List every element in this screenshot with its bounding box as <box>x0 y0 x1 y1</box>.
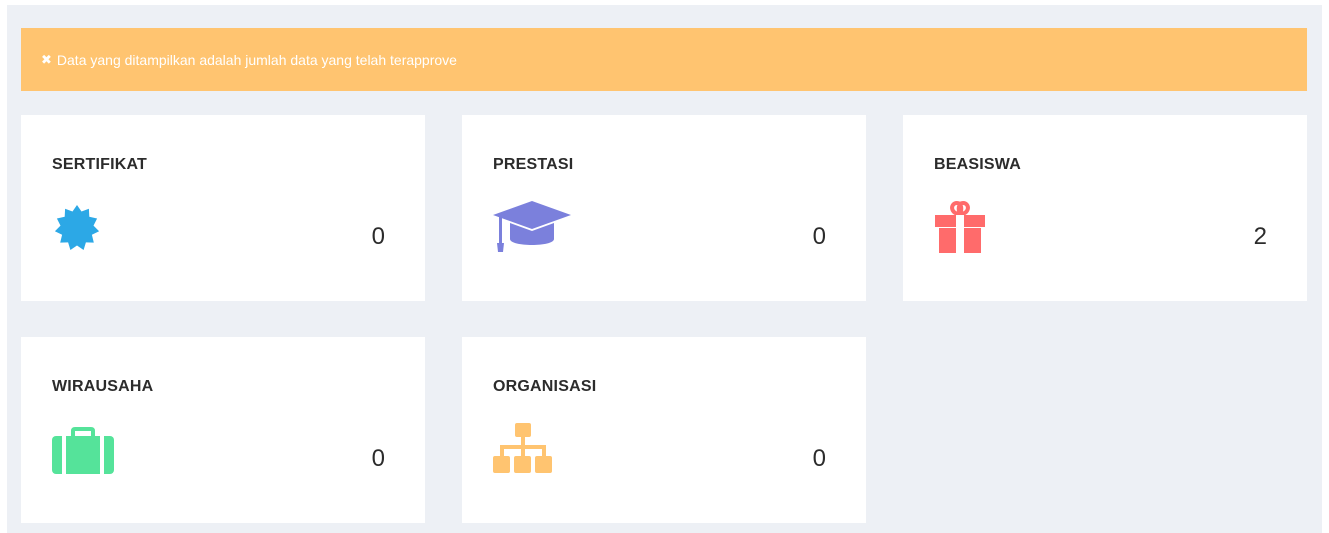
card-sertifikat: SERTIFIKAT 0 <box>21 115 425 301</box>
card-wirausaha: WIRAUSAHA 0 <box>21 337 425 523</box>
card-title: BEASISWA <box>934 156 1021 173</box>
card-organisasi: ORGANISASI 0 <box>462 337 866 523</box>
card-title: ORGANISASI <box>493 378 597 395</box>
card-value: 2 <box>1253 223 1267 250</box>
card-value: 0 <box>371 223 385 250</box>
card-beasiswa: BEASISWA 2 <box>903 115 1307 301</box>
graduation-cap-icon <box>493 201 571 252</box>
gift-icon <box>935 201 985 253</box>
sitemap-icon <box>493 423 552 473</box>
dashboard-content: ✖ Data yang ditampilkan adalah jumlah da… <box>7 5 1322 533</box>
card-prestasi: PRESTASI 0 <box>462 115 866 301</box>
card-value: 0 <box>371 445 385 472</box>
certificate-icon <box>54 205 100 250</box>
close-icon[interactable]: ✖ <box>41 53 52 66</box>
briefcase-icon <box>52 427 114 474</box>
card-title: WIRAUSAHA <box>52 378 154 395</box>
info-alert: ✖ Data yang ditampilkan adalah jumlah da… <box>21 28 1307 91</box>
card-title: PRESTASI <box>493 156 574 173</box>
alert-text: Data yang ditampilkan adalah jumlah data… <box>56 51 457 68</box>
card-value: 0 <box>812 223 826 250</box>
card-value: 0 <box>812 445 826 472</box>
card-title: SERTIFIKAT <box>52 156 148 173</box>
